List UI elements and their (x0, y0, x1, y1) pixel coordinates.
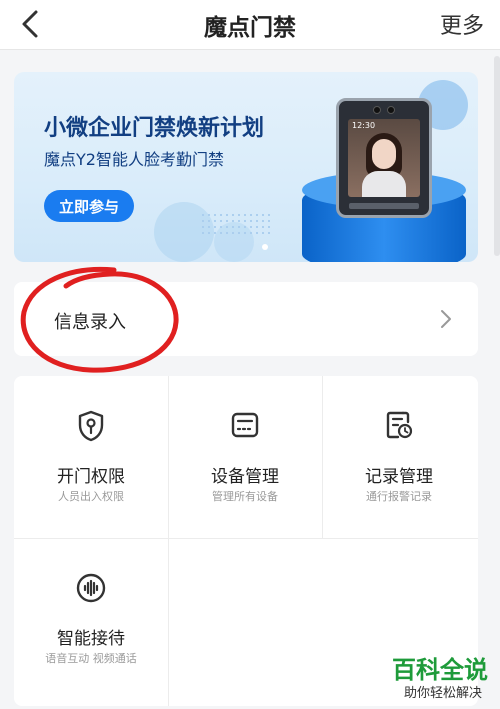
grid-item-subtitle: 管理所有设备 (212, 490, 278, 503)
camera-icon (387, 106, 395, 114)
person-face (372, 139, 396, 169)
device-time: 12:30 (352, 121, 376, 130)
device-footer (349, 203, 419, 209)
device-screen: 12:30 (348, 119, 420, 197)
grid-item-record-management[interactable]: 记录管理 通行报警记录 (322, 376, 476, 538)
grid-item-title: 记录管理 (365, 467, 433, 487)
watermark-subtitle: 助你轻松解决 (403, 686, 482, 701)
info-entry-row[interactable]: 信息录入 (14, 282, 478, 356)
grid-item-title: 开门权限 (57, 467, 125, 487)
grid-item-subtitle: 人员出入权限 (58, 490, 124, 503)
grid-item-device-management[interactable]: 设备管理 管理所有设备 (168, 376, 322, 538)
grid-item-title: 设备管理 (211, 467, 279, 487)
person-body (362, 171, 406, 197)
voice-wave-icon (76, 573, 106, 603)
grid-item-subtitle: 语音互动 视频通话 (45, 652, 137, 665)
chevron-right-icon (441, 310, 451, 328)
banner-title: 小微企业门禁焕新计划 (44, 116, 265, 141)
page-title: 魔点门禁 (204, 15, 296, 41)
pager-dot (262, 244, 268, 250)
grid-item-door-permission[interactable]: 开门权限 人员出入权限 (14, 376, 168, 538)
shield-key-icon (78, 410, 104, 442)
grid-item-smart-reception[interactable]: 智能接待 语音互动 视频通话 (14, 538, 168, 700)
device-icon (231, 412, 259, 438)
grid-item-subtitle: 通行报警记录 (366, 490, 432, 503)
grid-item-title: 智能接待 (57, 629, 125, 649)
decor-dot-grid (200, 212, 270, 238)
record-clock-icon (386, 411, 413, 439)
watermark-title: 百科全说 (392, 656, 488, 684)
watermark: 百科全说 助你轻松解决 (376, 650, 488, 701)
camera-icon (373, 106, 381, 114)
promo-banner[interactable]: 小微企业门禁焕新计划 魔点Y2智能人脸考勤门禁 立即参与 12:30 (14, 72, 478, 262)
face-terminal-image: 12:30 (336, 98, 432, 218)
banner-subtitle: 魔点Y2智能人脸考勤门禁 (44, 150, 224, 169)
top-bar: 魔点门禁 更多 (0, 0, 500, 50)
join-now-button[interactable]: 立即参与 (44, 190, 134, 222)
scroll-edge (494, 56, 500, 256)
more-button[interactable]: 更多 (440, 8, 484, 40)
info-entry-label: 信息录入 (54, 312, 126, 333)
